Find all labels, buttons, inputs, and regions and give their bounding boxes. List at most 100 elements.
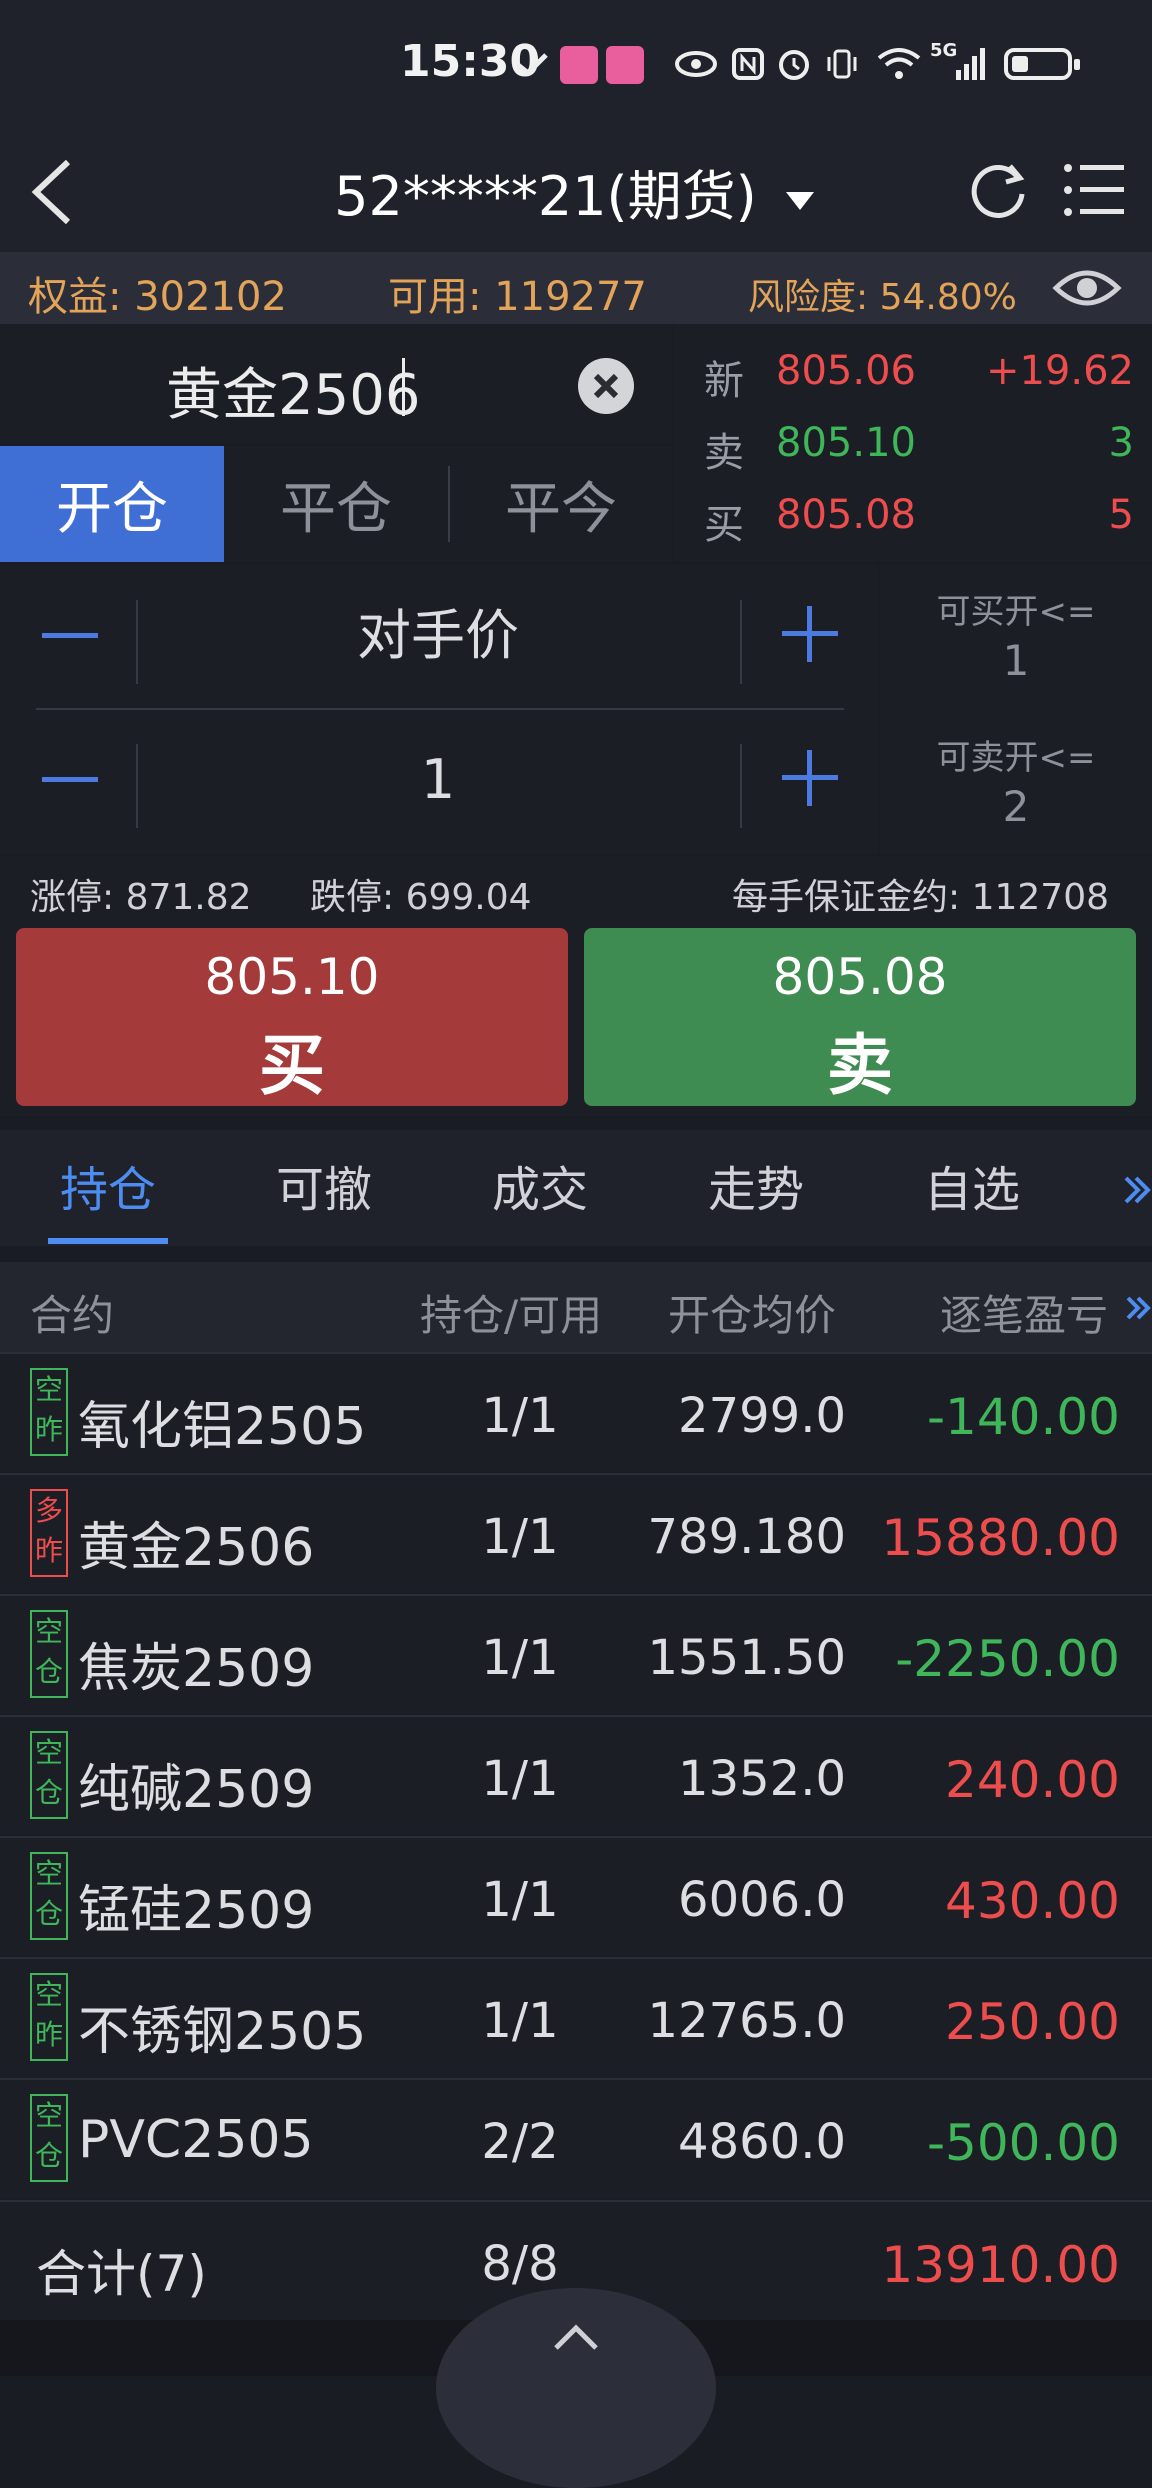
badge-period: 昨 xyxy=(34,1534,63,1567)
equity-text: 权益: 302102 xyxy=(28,274,287,320)
tab-watchlist[interactable]: 自选 xyxy=(924,1150,1020,1220)
network-label: 5G xyxy=(930,40,958,61)
tab-close-today[interactable]: 平今 xyxy=(450,446,672,562)
table-row[interactable]: 空昨氧化铝2505 1/1 2799.0 -140.00 xyxy=(0,1352,1152,1472)
row-avg-price: 789.180 xyxy=(647,1509,847,1565)
position-type-badge: 空昨 xyxy=(30,1973,68,2061)
quantity-field[interactable]: 1 xyxy=(140,738,736,822)
row-position: 2/2 xyxy=(481,2114,559,2170)
buy-open-value: 1 xyxy=(1002,636,1030,685)
row-contract: 焦炭2509 xyxy=(78,1639,315,1699)
contract-name: 黄金2506 xyxy=(166,363,421,428)
col-contract: 合约 xyxy=(30,1291,115,1340)
tab-positions[interactable]: 持仓 xyxy=(60,1150,156,1220)
quote-bid-label: 买 xyxy=(704,502,744,548)
divider xyxy=(136,600,138,684)
vibrate-icon xyxy=(822,44,862,84)
tab-cancellable[interactable]: 可撤 xyxy=(276,1150,372,1220)
menu-icon[interactable] xyxy=(1060,152,1130,228)
clear-input-button[interactable] xyxy=(578,358,634,414)
available-text: 可用: 119277 xyxy=(388,274,647,320)
bottom-tabs: 持仓 可撤 成交 走势 自选 xyxy=(0,1130,1152,1246)
badge-period: 仓 xyxy=(34,1655,63,1688)
quote-ask-volume: 3 xyxy=(1108,420,1134,466)
row-avg-price: 12765.0 xyxy=(647,1993,847,2049)
trade-buttons: 805.10 买 805.08 卖 xyxy=(0,920,1152,1116)
total-pnl: 13910.00 xyxy=(881,2236,1120,2294)
table-row[interactable]: 空昨不锈钢2505 1/1 12765.0 250.00 xyxy=(0,1957,1152,2077)
row-avg-price: 6006.0 xyxy=(678,1872,846,1928)
badge-direction: 空 xyxy=(34,1857,63,1890)
table-row[interactable]: 多昨黄金2506 1/1 789.180 15880.00 xyxy=(0,1473,1152,1593)
total-label: 合计(7) xyxy=(36,2245,207,2303)
tab-trend[interactable]: 走势 xyxy=(708,1150,804,1220)
table-row[interactable]: 空仓纯碱2509 1/1 1352.0 240.00 xyxy=(0,1715,1152,1835)
quote-ask-label: 卖 xyxy=(704,430,744,476)
contract-search-input[interactable]: 黄金2506 xyxy=(0,324,672,444)
price-stepper: 对手价 xyxy=(36,564,844,704)
expand-columns-icon[interactable] xyxy=(1124,1286,1152,1330)
margin-per-lot: 每手保证金约: 112708 xyxy=(732,877,1109,918)
active-tab-indicator xyxy=(48,1238,168,1244)
account-title-text: 52*****21(期货) xyxy=(334,165,757,228)
buy-label: 买 xyxy=(259,1027,325,1104)
divider xyxy=(136,744,138,828)
position-type-badge: 多昨 xyxy=(30,1489,68,1577)
table-row[interactable]: 空仓 PVC2505 2/2 4860.0 -500.00 xyxy=(0,2078,1152,2198)
row-pnl: -500.00 xyxy=(927,2114,1120,2172)
quantity-minus-button[interactable] xyxy=(42,752,98,808)
table-row[interactable]: 空仓锰硅2509 1/1 6006.0 430.00 xyxy=(0,1836,1152,1956)
badge-direction: 空 xyxy=(34,2099,63,2132)
price-limits-row: 涨停: 871.82 跌停: 699.04 每手保证金约: 112708 xyxy=(0,856,1152,920)
badge-direction: 空 xyxy=(34,1615,63,1648)
eye-icon xyxy=(672,44,720,84)
tab-open[interactable]: 开仓 xyxy=(0,446,224,562)
buy-button[interactable]: 805.10 买 xyxy=(16,928,568,1106)
visibility-eye-icon[interactable] xyxy=(1052,262,1122,314)
buy-price: 805.10 xyxy=(204,948,380,1006)
col-position: 持仓/可用 xyxy=(420,1291,603,1340)
quote-bid-row: 买 805.08 5 xyxy=(674,478,1152,550)
more-tabs-icon[interactable] xyxy=(1122,1160,1152,1220)
quantity-plus-button[interactable] xyxy=(782,750,838,806)
positions-table-header: 合约 持仓/可用 开仓均价 逐笔盈亏 xyxy=(0,1262,1152,1352)
sell-button[interactable]: 805.08 卖 xyxy=(584,928,1136,1106)
tab-trades[interactable]: 成交 xyxy=(492,1150,588,1220)
risk-text: 风险度: 54.80% xyxy=(748,277,1017,318)
position-type-badge: 空仓 xyxy=(30,1731,68,1819)
quantity-stepper: 1 xyxy=(36,708,844,848)
position-type-badge: 空仓 xyxy=(30,1852,68,1940)
quote-ask-row: 卖 805.10 3 xyxy=(674,406,1152,478)
nfc-icon xyxy=(728,44,768,84)
app-notification-icon xyxy=(560,46,598,84)
row-pnl: 240.00 xyxy=(945,1751,1120,1809)
sell-open-label: 可卖开<= xyxy=(936,738,1096,778)
row-pnl: -2250.00 xyxy=(895,1630,1120,1688)
row-contract: 不锈钢2505 xyxy=(78,2002,367,2062)
badge-direction: 多 xyxy=(34,1494,63,1527)
price-plus-button[interactable] xyxy=(782,606,838,662)
wifi-icon xyxy=(874,44,924,84)
row-position: 1/1 xyxy=(481,1751,559,1807)
price-mode-field[interactable]: 对手价 xyxy=(140,594,736,678)
table-row[interactable]: 空仓焦炭2509 1/1 1551.50 -2250.00 xyxy=(0,1594,1152,1714)
row-pnl: 430.00 xyxy=(945,1872,1120,1930)
up-limit: 涨停: 871.82 xyxy=(30,877,252,918)
collapse-panel-button[interactable] xyxy=(436,2288,716,2488)
row-pnl: 15880.00 xyxy=(881,1509,1120,1567)
order-type-tabs: 开仓 平仓 平今 xyxy=(0,446,672,562)
badge-direction: 空 xyxy=(34,1978,63,2011)
refresh-icon[interactable] xyxy=(960,152,1036,228)
quote-latest-label: 新 xyxy=(704,358,744,404)
position-type-badge: 空仓 xyxy=(30,1610,68,1698)
divider xyxy=(740,744,742,828)
row-pnl: 250.00 xyxy=(945,1993,1120,2051)
tab-close[interactable]: 平仓 xyxy=(224,446,448,562)
text-caret xyxy=(402,358,405,416)
row-avg-price: 2799.0 xyxy=(678,1388,846,1444)
row-position: 1/1 xyxy=(481,1872,559,1928)
quote-latest-row: 新 805.06 +19.62 xyxy=(674,334,1152,406)
price-minus-button[interactable] xyxy=(42,608,98,664)
badge-period: 昨 xyxy=(34,2018,63,2051)
badge-period: 仓 xyxy=(34,1776,63,1809)
